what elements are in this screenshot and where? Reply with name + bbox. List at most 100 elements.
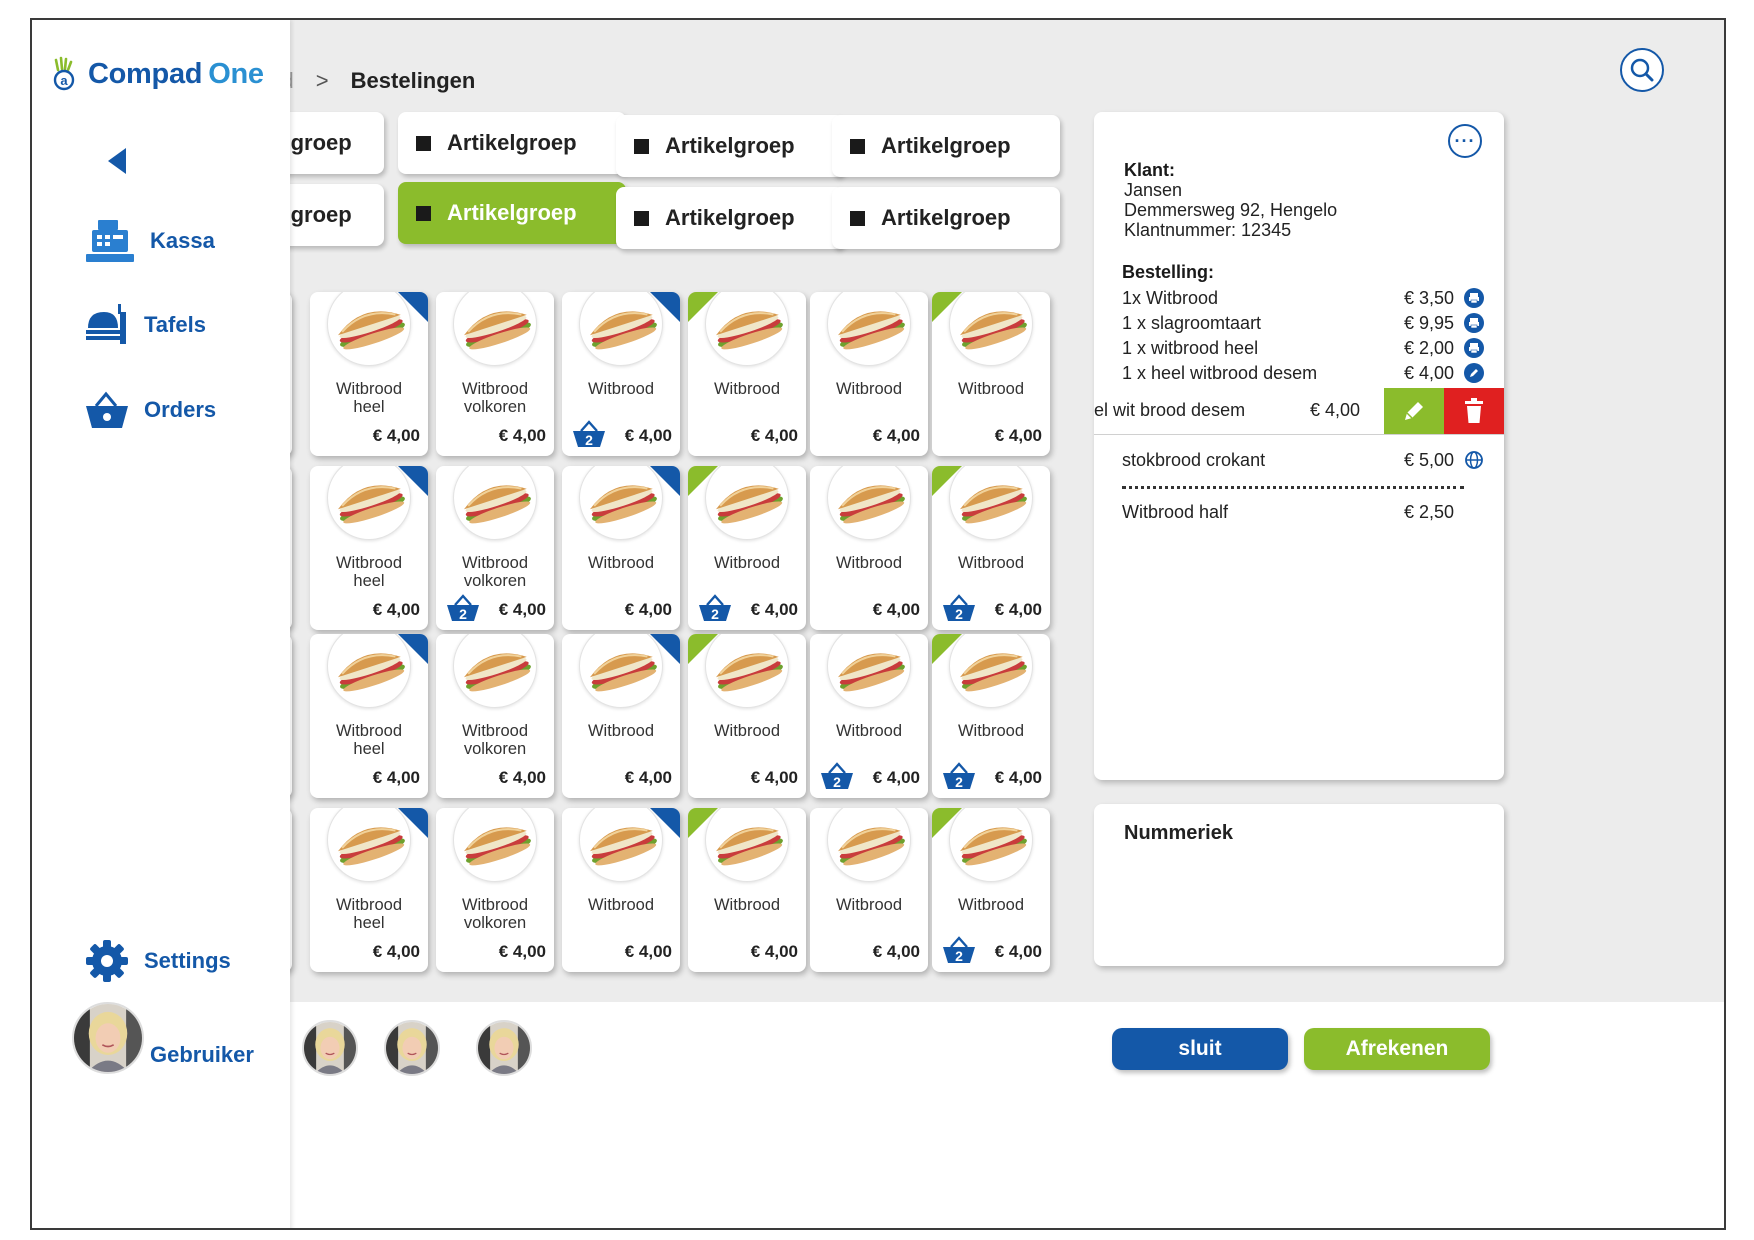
more-options-button[interactable]: ···	[1448, 124, 1482, 158]
order-line[interactable]: stokbrood crokant € 5,00	[1122, 450, 1484, 474]
collapse-sidebar-arrow-icon[interactable]	[108, 148, 126, 174]
nav-item-settings[interactable]: Settings	[84, 938, 231, 984]
category-label: Artikelgroep	[665, 205, 795, 230]
pencil-icon[interactable]	[1464, 363, 1484, 383]
product-card[interactable]: Witbrood € 4,00 2	[932, 466, 1050, 630]
product-price: € 4,00	[372, 942, 420, 961]
product-price: € 4,00	[372, 426, 420, 445]
order-line-price: € 2,00	[1403, 338, 1454, 358]
category-button[interactable]: Artikelgroep	[398, 112, 626, 174]
product-price: € 4,00	[624, 426, 672, 445]
product-card[interactable]: Witbrood volkoren € 4,00	[436, 292, 554, 456]
numeric-title: Nummeriek	[1124, 822, 1233, 844]
product-card[interactable]: Witbrood heel € 4,00	[310, 292, 428, 456]
product-card[interactable]: Witbrood volkoren € 4,00	[436, 634, 554, 798]
logo-mark-icon: a	[53, 56, 75, 91]
product-name: Witbrood volkoren	[461, 722, 529, 758]
product-card[interactable]: Witbrood € 4,00 2	[688, 466, 806, 630]
product-card[interactable]: Witbrood heel € 4,00	[310, 634, 428, 798]
product-name: Witbrood	[957, 380, 1025, 398]
product-card[interactable]: Witbrood € 4,00	[810, 808, 928, 972]
order-line[interactable]: 1 x heel witbrood desem € 4,00	[1122, 363, 1484, 387]
product-card[interactable]: Witbrood € 4,00	[562, 808, 680, 972]
nav-label: Tafels	[144, 312, 206, 337]
edit-line-button[interactable]	[1384, 388, 1444, 434]
product-card[interactable]: Witbrood heel € 4,00	[310, 808, 428, 972]
pencil-icon	[1405, 402, 1423, 420]
order-line-price: € 4,00	[1403, 363, 1454, 383]
customer-number: Klantnummer: 12345	[1124, 220, 1292, 240]
category-button[interactable]: Artikelgroep	[832, 187, 1060, 249]
order-panel: ··· Klant: Jansen Demmersweg 92, Hengelo…	[1094, 112, 1504, 780]
order-line[interactable]: 1 x slagroomtaart € 9,95	[1122, 313, 1484, 337]
product-card[interactable]: Witbrood € 4,00	[810, 466, 928, 630]
product-card[interactable]: Witbrood € 4,00 2	[932, 808, 1050, 972]
product-card[interactable]: Witbrood € 4,00	[810, 292, 928, 456]
breadcrumb-separator: >	[315, 68, 329, 93]
order-line-name: stokbrood crokant	[1122, 450, 1266, 470]
nav-item-gebruiker[interactable]: Gebruiker	[150, 1042, 254, 1068]
product-price: € 4,00	[498, 768, 546, 787]
product-name: Witbrood	[587, 722, 655, 740]
printer-icon[interactable]	[1464, 313, 1484, 333]
printer-icon[interactable]	[1464, 288, 1484, 308]
svg-text:2: 2	[585, 432, 593, 448]
product-card[interactable]: Witbrood € 4,00	[688, 634, 806, 798]
green-corner-flag-icon	[932, 808, 962, 838]
delete-line-button[interactable]	[1444, 388, 1504, 434]
product-card[interactable]: Witbrood € 4,00	[688, 292, 806, 456]
product-card[interactable]: Witbrood € 4,00	[562, 466, 680, 630]
search-icon	[1630, 58, 1654, 82]
breadcrumb-current: Bestelingen	[350, 68, 476, 93]
customer-address: Demmersweg 92, Hengelo	[1124, 200, 1338, 220]
nav-item-orders[interactable]: Orders	[84, 390, 216, 430]
globe-icon[interactable]	[1464, 450, 1484, 475]
product-image	[453, 292, 537, 366]
category-button[interactable]: Artikelgroep	[616, 115, 844, 177]
product-card[interactable]: Witbrood € 4,00 2	[562, 292, 680, 456]
product-card[interactable]: Witbrood volkoren € 4,00 2	[436, 466, 554, 630]
user-switch-avatar[interactable]	[476, 1020, 532, 1076]
product-card[interactable]: Witbrood € 4,00	[562, 634, 680, 798]
order-line-name: 1 x witbrood heel	[1122, 338, 1259, 358]
category-button[interactable]: Artikelgroep	[616, 187, 844, 249]
order-line[interactable]: Witbrood half € 2,50	[1122, 502, 1484, 526]
numeric-panel[interactable]: Nummeriek	[1094, 804, 1504, 966]
printer-icon[interactable]	[1464, 338, 1484, 358]
close-order-button[interactable]: sluit	[1112, 1028, 1288, 1070]
user-switch-avatar[interactable]	[384, 1020, 440, 1076]
basket-count-badge-icon: 2	[820, 762, 854, 790]
product-card[interactable]: Witbrood € 4,00	[688, 808, 806, 972]
customer-label: Klant:	[1124, 160, 1175, 180]
search-button[interactable]	[1620, 48, 1664, 92]
order-line[interactable]: 1 x witbrood heel € 2,00	[1122, 338, 1484, 362]
nav-item-tafels[interactable]: Tafels	[84, 302, 206, 348]
product-price: € 4,00	[372, 768, 420, 787]
category-label: Artikelgroep	[881, 205, 1011, 230]
product-card[interactable]: Witbrood € 4,00 2	[932, 634, 1050, 798]
order-line[interactable]: 1x Witbrood € 3,50	[1122, 288, 1484, 312]
order-line-name: 1 x slagroomtaart	[1122, 313, 1262, 333]
product-name: Witbrood	[957, 554, 1025, 572]
product-card[interactable]: Witbrood € 4,00	[932, 292, 1050, 456]
blue-corner-flag-icon	[650, 292, 680, 322]
nav-item-kassa[interactable]: Kassa	[84, 218, 215, 264]
green-corner-flag-icon	[688, 292, 718, 322]
category-button-active[interactable]: Artikelgroep	[398, 182, 626, 244]
product-price: € 4,00	[994, 768, 1042, 787]
category-button[interactable]: Artikelgroep	[832, 115, 1060, 177]
product-card[interactable]: Witbrood € 4,00 2	[810, 634, 928, 798]
breadcrumb: ord > Bestelingen	[262, 68, 475, 94]
order-line-swiped[interactable]: el wit brood desem € 4,00	[1094, 388, 1504, 434]
product-image	[827, 808, 911, 882]
checkout-button[interactable]: Afrekenen	[1304, 1028, 1490, 1070]
category-square-icon	[416, 205, 431, 221]
logo-text-accent: One	[208, 57, 264, 90]
user-switch-avatar[interactable]	[302, 1020, 358, 1076]
order-line-price: € 3,50	[1403, 288, 1454, 308]
product-card[interactable]: Witbrood volkoren € 4,00	[436, 808, 554, 972]
basket-count-badge-icon: 2	[446, 594, 480, 622]
product-card[interactable]: Witbrood heel € 4,00	[310, 466, 428, 630]
user-avatar[interactable]	[72, 1002, 144, 1074]
order-line-name: el wit brood desem	[1094, 400, 1246, 420]
